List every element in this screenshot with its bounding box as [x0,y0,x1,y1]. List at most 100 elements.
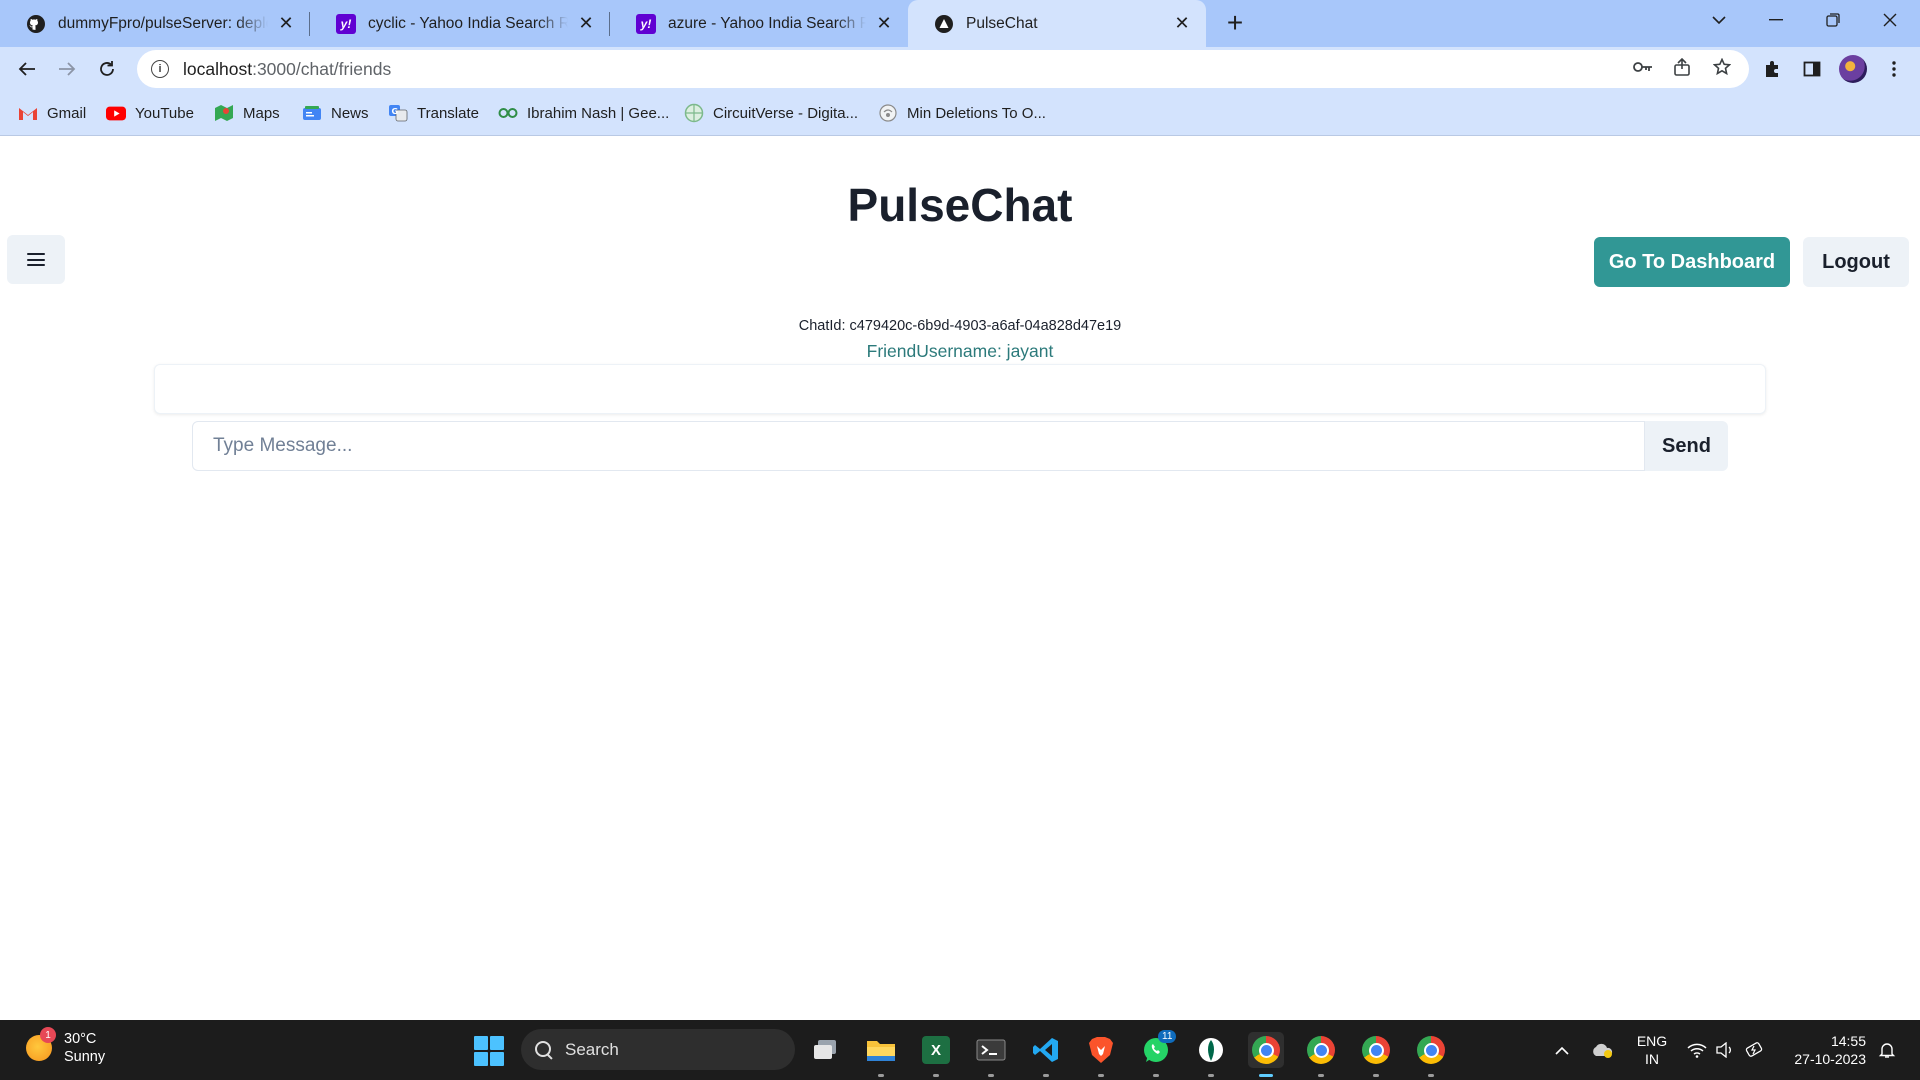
tab-title: dummyFpro/pulseServer: deploy [58,14,268,32]
translate-icon: G [388,104,408,122]
vscode-icon[interactable] [1028,1032,1064,1077]
app-title: PulseChat [847,179,1073,231]
back-icon[interactable] [11,53,43,85]
site-info-icon[interactable]: i [151,60,169,78]
brave-icon[interactable] [1083,1032,1119,1077]
forward-icon[interactable] [51,53,83,85]
bookmark-maps[interactable]: Maps [214,91,280,135]
bookmark-label: Maps [243,104,280,122]
friend-username-label: FriendUsername: jayant [866,341,1054,361]
bookmark-news[interactable]: News [302,91,369,135]
close-icon[interactable]: ✕ [576,13,596,34]
address-url: localhost:3000/chat/friends [183,59,391,80]
weather-condition: Sunny [64,1049,106,1065]
sun-icon: 1 [26,1027,56,1061]
address-bar[interactable]: i localhost:3000/chat/friends [137,50,1749,88]
minimize-icon[interactable] [1748,0,1804,40]
close-window-icon[interactable] [1862,0,1918,40]
maps-icon [214,104,234,122]
task-view-icon[interactable] [808,1032,844,1068]
system-clock[interactable]: 14:55 27-10-2023 [1786,1032,1866,1068]
show-hidden-icons-chevron-icon[interactable] [1551,1034,1573,1066]
logout-button[interactable]: Logout [1803,237,1909,287]
new-tab-button[interactable]: + [1219,8,1251,40]
browser-toolbar: i localhost:3000/chat/friends [0,47,1920,91]
close-icon[interactable]: ✕ [276,13,296,34]
language-code: ENG [1636,1033,1668,1049]
windows-taskbar: 1 30°C Sunny Search X 11 ENG IN 14:55 27… [0,1020,1920,1080]
notification-badge: 1 [40,1027,56,1043]
taskbar-search-label: Search [565,1039,619,1059]
bookmark-label: News [331,104,369,122]
region-code: IN [1645,1051,1659,1067]
url-host: localhost [183,58,253,79]
pulsechat-icon [934,14,954,34]
file-explorer-icon[interactable] [863,1032,899,1077]
mongodb-compass-icon[interactable] [1193,1032,1229,1077]
github-icon [26,14,46,34]
go-to-dashboard-button[interactable]: Go To Dashboard [1594,237,1790,287]
bookmark-circuitverse[interactable]: CircuitVerse - Digita... [684,91,858,135]
chrome-icon[interactable] [1248,1032,1284,1077]
bookmark-translate[interactable]: G Translate [388,91,479,135]
youtube-icon [106,104,126,122]
bookmark-label: Gmail [47,104,87,122]
chrome-work-profile-icon[interactable] [1358,1032,1394,1077]
circuitverse-icon [684,103,704,123]
bookmark-star-icon[interactable] [1711,56,1733,78]
terminal-icon[interactable] [973,1032,1009,1077]
tab-title: cyclic - Yahoo India Search Results [368,14,568,32]
whatsapp-badge: 11 [1158,1030,1177,1043]
tab-github[interactable]: dummyFpro/pulseServer: deploy ✕ [0,0,310,47]
tab-search-chevron-icon[interactable] [1691,0,1747,40]
yahoo-icon: y! [636,13,656,34]
key-icon[interactable] [1632,56,1654,78]
chrome-guest-icon[interactable] [1413,1032,1449,1077]
taskbar-search[interactable]: Search [521,1029,795,1070]
message-input[interactable] [192,421,1645,471]
bookmark-min-deletions[interactable]: Min Deletions To O... [878,91,1046,135]
windows-start-icon[interactable] [474,1036,504,1066]
notification-bell-icon[interactable] [1874,1034,1900,1066]
bookmark-label: Translate [417,104,479,122]
hamburger-menu-button[interactable] [7,235,65,284]
tab-yahoo-azure[interactable]: y! azure - Yahoo India Search Results ✕ [610,0,908,47]
reload-icon[interactable] [91,53,123,85]
extensions-icon[interactable] [1758,55,1786,83]
geeksforgeeks-icon [498,104,518,122]
tab-pulsechat[interactable]: PulseChat ✕ [908,0,1206,47]
tab-yahoo-cyclic[interactable]: y! cyclic - Yahoo India Search Results ✕ [310,0,610,47]
close-icon[interactable]: ✕ [874,13,894,34]
tab-title: azure - Yahoo India Search Results [668,14,866,32]
excel-icon[interactable]: X [918,1032,954,1077]
volume-icon[interactable] [1712,1034,1738,1066]
hamburger-icon [27,253,45,266]
bookmark-label: CircuitVerse - Digita... [713,104,859,122]
profile-avatar[interactable] [1839,55,1867,83]
whatsapp-icon[interactable]: 11 [1138,1030,1177,1077]
share-icon[interactable] [1671,56,1693,78]
wifi-icon[interactable] [1684,1034,1710,1066]
bookmark-label: YouTube [135,104,194,122]
bookmark-youtube[interactable]: YouTube [106,91,194,135]
language-indicator[interactable]: ENG IN [1636,1032,1668,1068]
bookmark-label: Ibrahim Nash | Gee... [527,104,670,122]
browser-menu-icon[interactable] [1880,55,1908,83]
chat-id-label: ChatId: c479420c-6b9d-4903-a6af-04a828d4… [798,318,1122,334]
restore-icon[interactable] [1805,0,1861,40]
onedrive-icon[interactable] [1588,1034,1616,1066]
tab-strip: dummyFpro/pulseServer: deploy ✕ y! cycli… [0,0,1920,47]
clock-date: 27-10-2023 [1794,1051,1866,1067]
weather-temperature: 30°C [64,1031,97,1047]
weather-widget[interactable]: 1 30°C Sunny [26,1027,106,1066]
tab-title: PulseChat [966,14,1038,32]
bookmark-geeksforgeeks[interactable]: Ibrahim Nash | Gee... [498,91,669,135]
side-panel-icon[interactable] [1798,55,1826,83]
chat-page: PulseChat Go To Dashboard Logout ChatId:… [0,136,1920,1020]
clock-time: 14:55 [1830,1033,1866,1049]
battery-icon[interactable] [1742,1034,1768,1066]
bookmark-gmail[interactable]: Gmail [18,91,86,135]
close-icon[interactable]: ✕ [1172,13,1192,34]
chrome-profile-icon[interactable] [1303,1032,1339,1077]
send-button[interactable]: Send [1645,421,1728,471]
